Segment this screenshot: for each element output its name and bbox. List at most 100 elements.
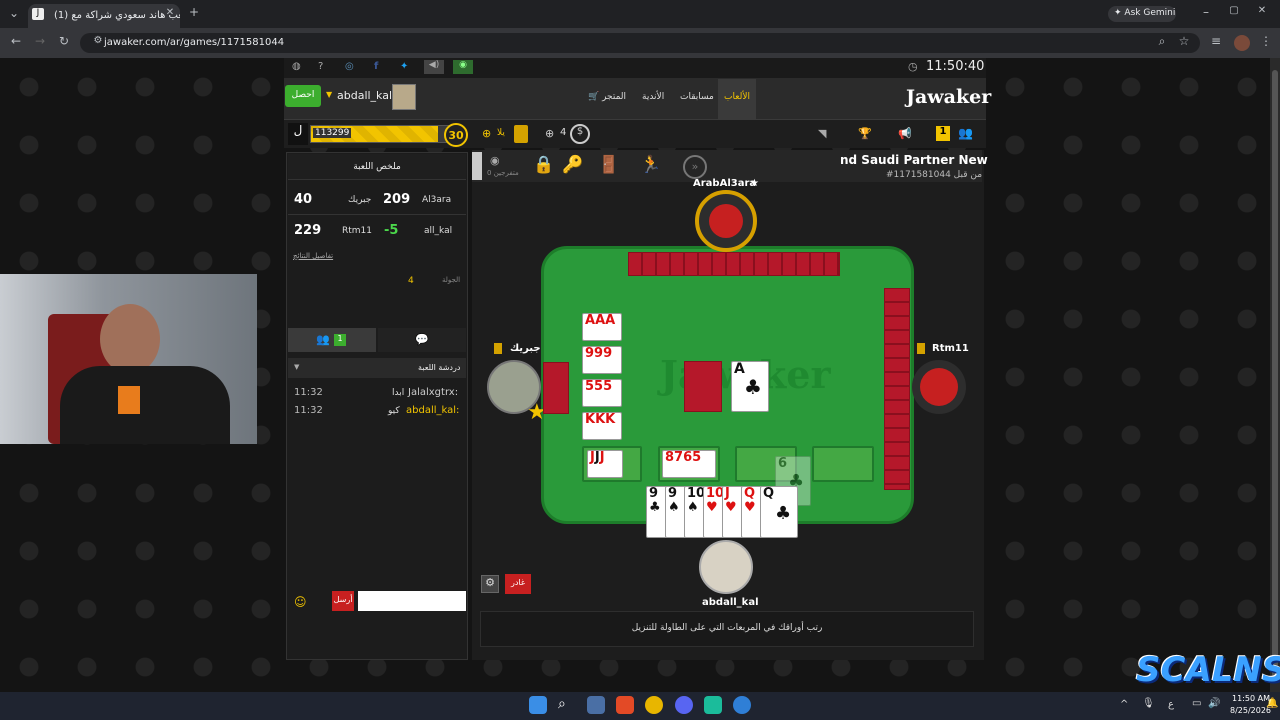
chat-time-2: 11:32 [294,405,323,416]
network-icon[interactable]: ▭ [1192,698,1201,709]
chat-user-1: Jalalxgtrx: [408,387,459,398]
megaphone-icon[interactable]: 📢 [898,127,912,140]
url-text: jawaker.com/ar/games/1171581044 [104,37,285,48]
score-details-link[interactable]: تفاصيل النتائج [293,252,333,260]
hand-card-Q-clubs[interactable]: Q ♣ [760,486,798,538]
jawaker-favicon: J [32,8,44,20]
language-indicator[interactable]: ع [1168,699,1174,710]
taskbar-date[interactable]: 8/25/2026 [1230,706,1271,715]
forward-icon[interactable]: » [683,155,707,179]
site-info-icon[interactable]: ⚙ [88,35,108,46]
close-tab-icon[interactable]: ✕ [160,7,180,18]
profile-avatar[interactable] [1234,35,1250,51]
nav-clubs[interactable]: الأندية [642,92,664,102]
streamer-head [100,304,160,374]
zoom-icon[interactable]: ⌕ [1152,34,1172,49]
friends-icon[interactable]: 👥 [958,126,973,140]
forward-icon[interactable]: → [30,34,50,48]
new-tab-button[interactable]: + [184,5,204,19]
points-value: 113299 [313,128,352,138]
volume-icon[interactable]: 🔊 [1208,698,1220,709]
instagram-icon[interactable]: ◎ [345,61,354,72]
header-username[interactable]: abdall_kal [337,89,392,102]
game-settings-icon[interactable]: ⚙ [481,575,499,593]
gamepad-icon[interactable]: ◉ [453,60,473,74]
chat-collapse-icon[interactable]: ▼ [294,363,299,371]
send-button[interactable]: أرسل [332,591,354,611]
tab-list-icon[interactable]: ⌄ [4,6,24,20]
chat-msg-2: كيو [388,406,400,416]
lock-icon[interactable]: 🔒 [533,155,554,175]
notifications-icon[interactable]: 🔔 [1266,698,1278,709]
reload-icon[interactable]: ↻ [54,34,74,48]
edge-icon[interactable] [733,696,751,714]
left-player-name: جبريك [510,343,541,354]
gemini-icon: ✦ [1114,8,1122,18]
discard-ace-clubs[interactable]: A ♣ [731,361,769,412]
currency-icon: ل [288,123,308,145]
globe-icon[interactable]: ◍ [292,61,301,72]
team1-name-row2: all_kal [424,226,453,236]
team2-name-row2: Rtm11 [342,226,373,236]
bottom-player-avatar[interactable] [699,540,753,594]
maximize-icon[interactable]: ▢ [1224,5,1244,16]
search-icon[interactable]: ⌕ [558,696,576,714]
store-icon[interactable] [587,696,605,714]
address-bar[interactable]: jawaker.com/ar/games/1171581044 [80,33,1200,53]
menu-dots-icon[interactable]: ⋮ [1256,34,1276,48]
tab-players[interactable]: 👥 1 [288,328,376,352]
browser-tab[interactable]: (1) العب هاند سعودي شراكة مع [28,4,180,28]
right-player-avatar[interactable] [912,360,966,414]
user-avatar[interactable] [392,84,416,110]
top-player-avatar[interactable] [695,190,757,252]
nav-store[interactable]: 🛒 المتجر [588,92,626,102]
app-icon[interactable] [704,696,722,714]
dropdown-caret-icon[interactable]: ▼ [326,90,332,99]
jawaker-logo[interactable]: Jawaker [906,86,991,108]
clock-text: 11:50:40 [926,59,985,74]
scrollbar-thumb[interactable] [1272,70,1278,680]
get-button[interactable]: احصل [285,85,321,107]
bookmark-star-icon[interactable]: ☆ [1174,34,1194,48]
ask-gemini-button[interactable]: ✦ Ask Gemini [1108,6,1176,22]
rss-icon[interactable]: ◥ [818,127,826,140]
windows-start-icon[interactable] [529,696,547,714]
score-team1-row2: -5 [384,223,399,238]
add-hand-icon[interactable]: ⊕ [545,127,554,140]
notification-badge: 1 [936,126,950,141]
leave-door-icon[interactable]: 🚪 [598,155,619,175]
trophy-icon[interactable]: 🏆 [858,127,872,140]
help-icon[interactable]: ? [318,61,323,72]
sound-icon[interactable]: ◀) [424,60,444,74]
key-icon[interactable]: 🔑 [562,155,583,175]
mic-icon[interactable]: 🎙 [1142,698,1155,709]
meld-slot-2[interactable]: 8765 [658,446,720,482]
back-icon[interactable]: ← [6,34,26,48]
discord-icon[interactable] [675,696,693,714]
leave-game-button[interactable]: غادر [505,574,531,594]
add-coins-icon[interactable]: ⊕ [482,127,491,140]
spectators-label: 0 متفرجين [487,169,519,177]
page-scrollbar[interactable] [1270,58,1280,692]
tray-chevron-icon[interactable]: ^ [1120,699,1128,710]
meld-slot-4[interactable] [812,446,874,482]
emoji-icon[interactable]: ☺ [294,595,307,609]
minimize-icon[interactable]: – [1196,5,1216,19]
toolbar-scroll[interactable] [472,152,482,180]
meld-slot-1[interactable]: JJJ [582,446,642,482]
ask-gemini-label: Ask Gemini [1124,8,1176,18]
taskbar-time[interactable]: 11:50 AM [1232,694,1270,703]
close-window-icon[interactable]: ✕ [1252,5,1272,16]
twitter-icon[interactable]: ✦ [400,61,408,72]
facebook-icon[interactable]: f [374,61,378,72]
kick-icon[interactable]: 🏃 [640,155,661,175]
reading-list-icon[interactable]: ≡ [1206,34,1226,48]
nav-games[interactable]: الألعاب [718,79,756,120]
brave-icon[interactable] [616,696,634,714]
nav-tournaments[interactable]: مسابقات [680,92,714,102]
chat-input[interactable] [358,591,466,611]
tab-chat[interactable]: 💬 [378,328,466,352]
chrome-icon[interactable] [645,696,663,714]
draw-pile[interactable] [684,361,722,412]
shirt-logo [118,386,140,414]
